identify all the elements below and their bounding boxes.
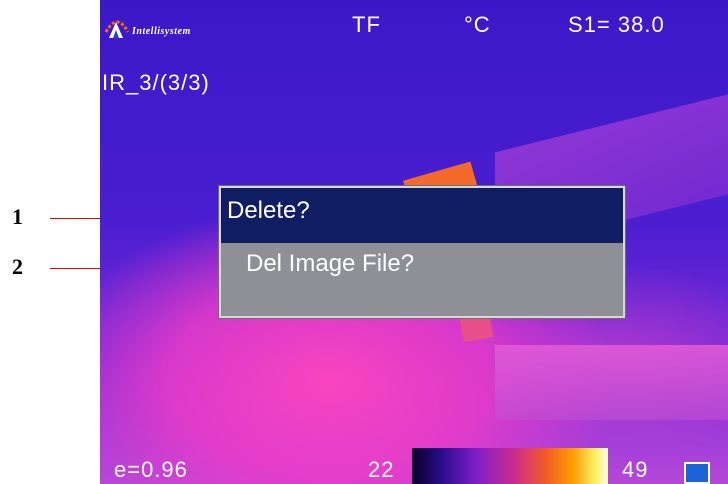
delete-confirm-dialog[interactable]: Delete? Del Image File?	[219, 186, 625, 318]
brand-logo-icon	[104, 20, 130, 38]
palette-indicator-icon	[684, 462, 710, 484]
dialog-title[interactable]: Delete?	[221, 188, 623, 243]
callout-number: 1	[12, 204, 23, 229]
callout-number: 2	[12, 254, 23, 279]
scale-max-label: 49	[622, 457, 649, 482]
unit-label: °C	[464, 12, 491, 37]
brand-name: Intellisystem	[132, 26, 191, 37]
thermal-object-lower	[495, 345, 728, 420]
temperature-color-scale	[412, 448, 608, 484]
emissivity-readout: e=0.96	[114, 457, 188, 482]
brand-logo: Intellisystem	[104, 14, 234, 44]
file-index-label: IR_3/(3/3)	[102, 70, 210, 95]
mode-label: TF	[352, 12, 381, 37]
scale-min-label: 22	[368, 457, 395, 482]
spot-temperature-readout: S1= 38.0	[568, 12, 665, 37]
dialog-message[interactable]: Del Image File?	[221, 244, 623, 316]
thermal-camera-screen: Intellisystem TF °C S1= 38.0 IR_3/(3/3) …	[100, 0, 728, 484]
